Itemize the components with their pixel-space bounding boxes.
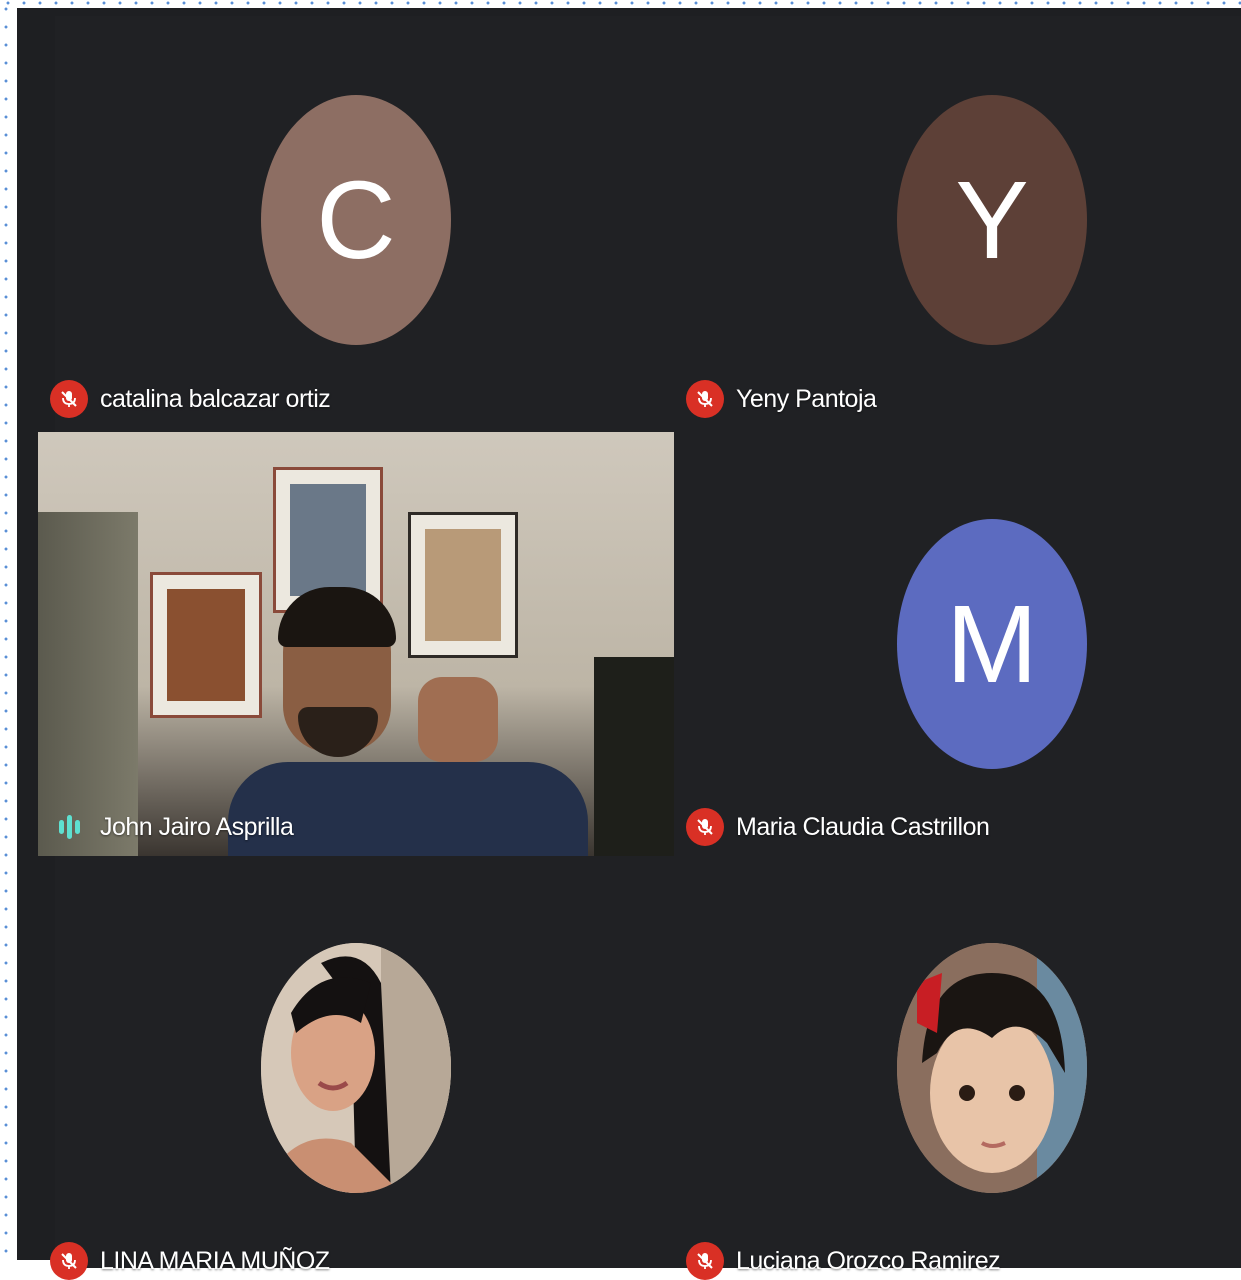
- profile-photo: [261, 943, 451, 1193]
- participant-label: John Jairo Asprilla: [50, 808, 294, 846]
- avatar: Y: [897, 95, 1087, 345]
- avatar-initial: C: [316, 158, 396, 282]
- video-scene: [594, 657, 674, 856]
- participant-label: LINA MARIA MUÑOZ: [50, 1242, 330, 1280]
- mic-off-icon: [686, 1242, 724, 1280]
- participant-name: John Jairo Asprilla: [100, 812, 294, 841]
- participant-label: Maria Claudia Castrillon: [686, 808, 990, 846]
- avatar-initial: M: [946, 582, 1038, 706]
- participant-name: Yeny Pantoja: [736, 384, 877, 413]
- participant-label: Yeny Pantoja: [686, 380, 877, 418]
- participant-label: Luciana Orozco Ramirez: [686, 1242, 1001, 1280]
- participant-tile[interactable]: M Maria Claudia Castrillon: [674, 432, 1241, 856]
- selection-border-top: [0, 0, 1241, 6]
- participant-name: Maria Claudia Castrillon: [736, 812, 990, 841]
- participant-tile[interactable]: LINA MARIA MUÑOZ: [38, 856, 674, 1280]
- wall-picture: [408, 512, 518, 658]
- selection-border-left: [0, 0, 12, 1260]
- avatar-initial: Y: [955, 158, 1029, 282]
- participant-tile[interactable]: Luciana Orozco Ramirez: [674, 856, 1241, 1280]
- participant-video-tile[interactable]: John Jairo Asprilla: [38, 432, 674, 856]
- audio-level-icon: [50, 808, 88, 846]
- participant-name: LINA MARIA MUÑOZ: [100, 1246, 330, 1275]
- mic-off-icon: [686, 380, 724, 418]
- mic-off-icon: [50, 1242, 88, 1280]
- avatar: C: [261, 95, 451, 345]
- participant-tile[interactable]: C catalina balcazar ortiz: [38, 8, 674, 432]
- video-scene: [38, 512, 138, 856]
- wall-picture: [150, 572, 262, 718]
- video-person: [418, 677, 498, 762]
- participant-name: catalina balcazar ortiz: [100, 384, 331, 413]
- mic-off-icon: [686, 808, 724, 846]
- participant-label: catalina balcazar ortiz: [50, 380, 331, 418]
- profile-photo: [897, 943, 1087, 1193]
- participant-name: Luciana Orozco Ramirez: [736, 1246, 1001, 1275]
- participant-tile[interactable]: Y Yeny Pantoja: [674, 8, 1241, 432]
- mic-off-icon: [50, 380, 88, 418]
- avatar: M: [897, 519, 1087, 769]
